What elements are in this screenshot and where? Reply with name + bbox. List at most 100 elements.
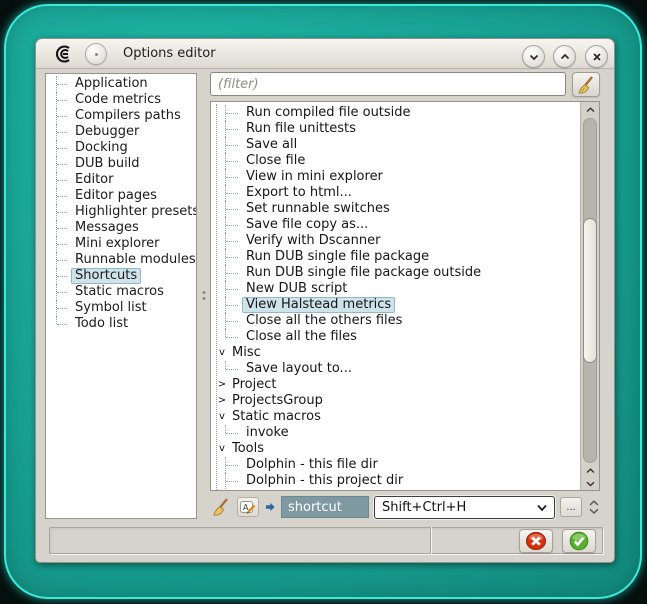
tree-item-projectsgroup[interactable]: >ProjectsGroup (215, 393, 580, 409)
tree-item-run-dub-single-file-package[interactable]: Run DUB single file package (215, 249, 580, 265)
scroll-down-button[interactable] (581, 477, 599, 490)
tree-item-invoke[interactable]: invoke (215, 425, 580, 441)
sidebar-item-editor[interactable]: Editor (46, 172, 196, 188)
tree-item-export-to-html[interactable]: Export to html... (215, 185, 580, 201)
tree-item-dolphin-this-project-dir[interactable]: Dolphin - this project dir (215, 473, 580, 489)
sidebar-item-application[interactable]: Application (46, 76, 196, 92)
tree-connector-line (57, 180, 67, 181)
minimize-button[interactable] (522, 45, 545, 68)
tree-item-close-all-the-files[interactable]: Close all the files (215, 329, 580, 345)
sidebar-item-compilers-paths[interactable]: Compilers paths (46, 108, 196, 124)
tree-item-tools[interactable]: vTools (215, 441, 580, 457)
tree-item-static-macros[interactable]: vStatic macros (215, 409, 580, 425)
tree-item-project[interactable]: >Project (215, 377, 580, 393)
shortcut-value-combobox[interactable]: Shift+Ctrl+H (374, 496, 555, 519)
chevron-up-icon (559, 51, 571, 63)
collapse-icon[interactable]: v (216, 345, 228, 361)
tree-connector-line (226, 321, 238, 322)
tree-item-set-runnable-switches[interactable]: Set runnable switches (215, 201, 580, 217)
sidebar-item-mini-explorer[interactable]: Mini explorer (46, 236, 196, 252)
scroll-up-button[interactable] (581, 102, 599, 117)
tree-connector-line (57, 276, 67, 277)
scroll-up-button-2[interactable] (581, 464, 599, 477)
browse-shortcut-button[interactable]: ... (560, 497, 582, 517)
tree-connector-line (226, 257, 238, 258)
tree-item-label: Tools (228, 441, 268, 457)
sidebar-item-highlighter-presets[interactable]: Highlighter presets (46, 204, 196, 220)
tree-connector-line (57, 196, 67, 197)
sidebar-item-label: Shortcuts (71, 268, 141, 284)
tree-connector-line (226, 305, 238, 306)
splitter-handle[interactable] (198, 73, 210, 519)
chevron-up-icon[interactable] (589, 500, 599, 506)
sidebar-item-static-macros[interactable]: Static macros (46, 284, 196, 300)
tree-item-label: Set runnable switches (242, 201, 394, 217)
window-menu-button[interactable] (85, 43, 107, 65)
collapse-icon[interactable]: v (216, 441, 228, 457)
collapse-icon[interactable]: v (216, 409, 228, 425)
tree-item-label: Export to html... (242, 185, 356, 201)
tree-item-dolphin-this-file-dir[interactable]: Dolphin - this file dir (215, 457, 580, 473)
clean-value-button[interactable] (210, 497, 232, 517)
tree-item-save-layout-to[interactable]: Save layout to... (215, 361, 580, 377)
sidebar-item-label: Compilers paths (71, 108, 185, 124)
tree-connector-line (57, 244, 67, 245)
tree-item-label: Save file copy as... (242, 217, 372, 233)
tree-item-close-all-the-others-files[interactable]: Close all the others files (215, 313, 580, 329)
cancel-button[interactable] (519, 529, 553, 553)
tree-item-save-file-copy-as[interactable]: Save file copy as... (215, 217, 580, 233)
property-arrow-icon (264, 501, 276, 513)
chevron-down-icon[interactable] (589, 508, 599, 514)
tree-connector-line (57, 324, 67, 325)
sidebar-item-runnable-modules[interactable]: Runnable modules (46, 252, 196, 268)
sidebar-item-docking[interactable]: Docking (46, 140, 196, 156)
sidebar-item-shortcuts[interactable]: Shortcuts (46, 268, 196, 284)
close-button[interactable] (585, 45, 608, 68)
tree-item-run-compiled-file-outside[interactable]: Run compiled file outside (215, 105, 580, 121)
tree-item-label: Run DUB single file package outside (242, 265, 485, 281)
sidebar-item-label: Static macros (71, 284, 168, 300)
sidebar-item-messages[interactable]: Messages (46, 220, 196, 236)
accept-icon (568, 531, 590, 551)
window-title: Options editor (123, 46, 216, 61)
tree-connector-line (57, 100, 67, 101)
tree-item-new-dub-script[interactable]: New DUB script (215, 281, 580, 297)
chevron-down-icon (586, 481, 595, 487)
tree-item-verify-with-dscanner[interactable]: Verify with Dscanner (215, 233, 580, 249)
accept-button[interactable] (562, 529, 596, 553)
edit-value-button[interactable]: A (237, 497, 259, 517)
options-editor-window: Options editor ApplicationCode metricsCo… (35, 38, 615, 563)
sidebar-item-code-metrics[interactable]: Code metrics (46, 92, 196, 108)
scrollbar-thumb[interactable] (583, 218, 597, 362)
shortcuts-pane: Run compiled file outsideRun file unitte… (210, 72, 600, 521)
expand-icon[interactable]: > (216, 377, 228, 393)
clear-filter-button[interactable] (572, 72, 600, 97)
tree-item-label: Save all (242, 137, 301, 153)
titlebar[interactable]: Options editor (36, 39, 614, 69)
tree-item-save-all[interactable]: Save all (215, 137, 580, 153)
tree-item-label: Close all the others files (242, 313, 406, 329)
tree-item-close-file[interactable]: Close file (215, 153, 580, 169)
maximize-button[interactable] (553, 45, 576, 68)
sidebar-item-debugger[interactable]: Debugger (46, 124, 196, 140)
tree-item-label: View in mini explorer (242, 169, 387, 185)
sidebar-item-symbol-list[interactable]: Symbol list (46, 300, 196, 316)
tree-item-run-dub-single-file-package-outside[interactable]: Run DUB single file package outside (215, 265, 580, 281)
tree-connector-line (57, 148, 67, 149)
sidebar-item-editor-pages[interactable]: Editor pages (46, 188, 196, 204)
tree-item-misc[interactable]: vMisc (215, 345, 580, 361)
scrollbar-track[interactable] (583, 118, 597, 463)
tree-item-view-halstead-metrics[interactable]: View Halstead metrics (215, 297, 580, 313)
expand-icon[interactable]: > (216, 393, 228, 409)
property-name-cell[interactable]: shortcut (281, 496, 369, 518)
sidebar-item-todo-list[interactable]: Todo list (46, 316, 196, 332)
tree-item-view-in-mini-explorer[interactable]: View in mini explorer (215, 169, 580, 185)
tree-connector-line (226, 433, 238, 434)
chevron-down-icon (536, 503, 548, 513)
tree-item-label: Misc (228, 345, 265, 361)
tree-item-run-file-unittests[interactable]: Run file unittests (215, 121, 580, 137)
tree-scrollbar[interactable] (580, 102, 599, 490)
sidebar-item-dub-build[interactable]: DUB build (46, 156, 196, 172)
filter-input[interactable] (210, 72, 566, 96)
tree-item-label: Run DUB single file package (242, 249, 433, 265)
